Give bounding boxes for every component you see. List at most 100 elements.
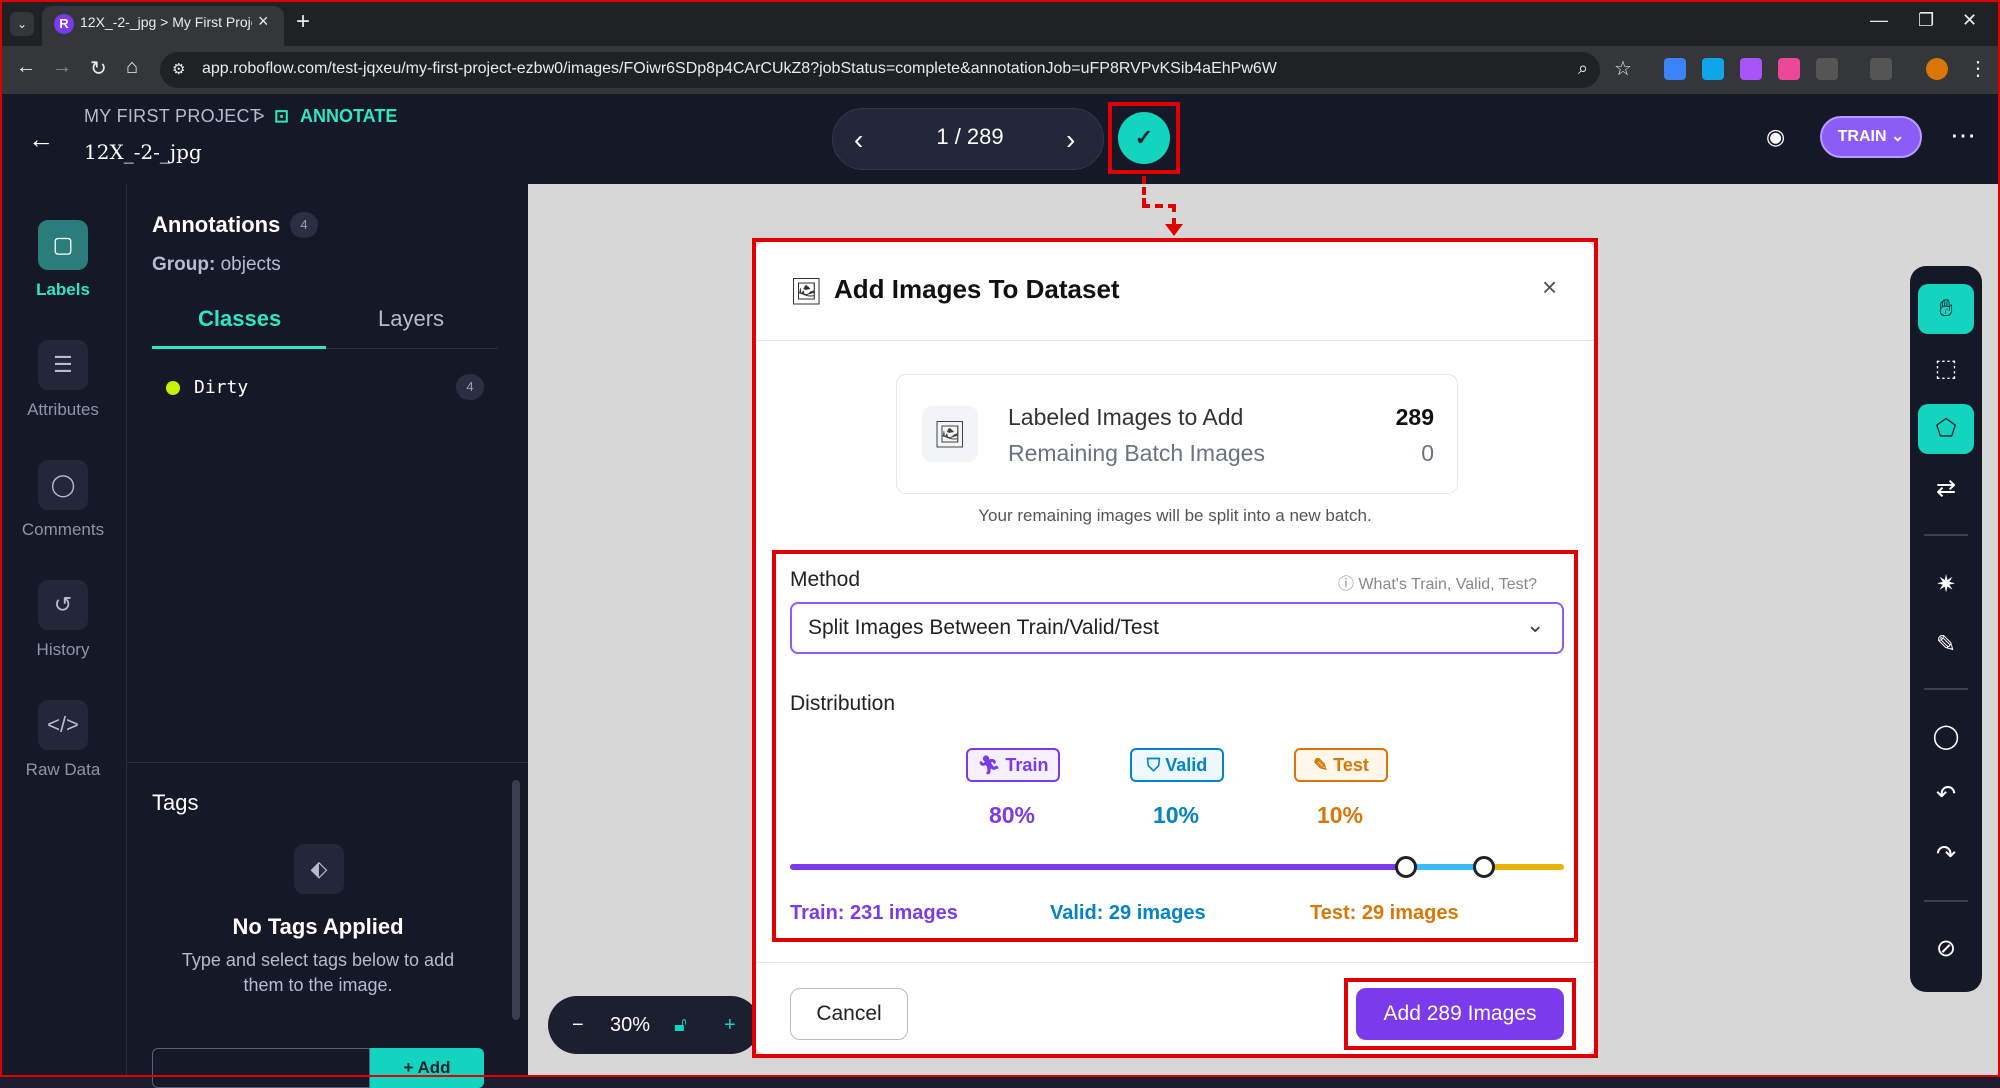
tool-divider	[1924, 688, 1968, 690]
profile-avatar[interactable]	[1926, 58, 1948, 80]
labels-icon: ▢	[38, 220, 88, 270]
rail-label: Attributes	[27, 400, 99, 419]
panel-scrollbar[interactable]	[512, 780, 520, 1020]
rail-label: History	[36, 640, 90, 659]
restore-icon[interactable]: ❐	[1918, 10, 1934, 31]
history-clock-icon: ↺	[38, 580, 88, 630]
translate-extension-icon[interactable]	[1664, 58, 1686, 80]
hide-annotations-eye-off-icon[interactable]: ◉	[1766, 124, 1785, 150]
class-name[interactable]: Dirty	[194, 377, 248, 398]
extensions-puzzle-icon[interactable]	[1816, 58, 1838, 80]
color-extension-icon[interactable]	[1778, 58, 1800, 80]
zoom-lock-icon[interactable]: 🔓︎	[674, 1014, 687, 1037]
hide-all-icon[interactable]: ⊘	[1918, 924, 1974, 974]
cancel-button[interactable]: Cancel	[790, 988, 908, 1040]
download-extension-icon[interactable]	[1702, 58, 1724, 80]
rail-item-raw-data[interactable]: </> Raw Data	[0, 700, 126, 780]
modal-header-divider	[756, 340, 1594, 341]
repeat-previous-icon[interactable]: ⇄	[1918, 464, 1974, 514]
redo-icon[interactable]: ↷	[1918, 830, 1974, 880]
zoom-level: 30%	[610, 1014, 651, 1036]
add-images-button[interactable]: Add 289 Images	[1356, 988, 1564, 1040]
link-icon[interactable]	[1870, 58, 1892, 80]
train-percent: 80%	[988, 802, 1036, 828]
tag-input[interactable]	[152, 1048, 370, 1088]
browser-tab-title: 12X_-2-_jpg > My First Proje	[80, 14, 252, 30]
minimize-icon[interactable]: —	[1870, 10, 1888, 31]
browser-menu-icon[interactable]: ⋮	[1968, 56, 1988, 81]
train-chip-label: Train	[1005, 755, 1049, 775]
polygon-tool-icon[interactable]: ⬠	[1918, 404, 1974, 454]
valid-test-slider-handle[interactable]	[1473, 856, 1495, 878]
zoom-in-button[interactable]: +	[724, 1014, 736, 1037]
method-label: Method	[790, 568, 861, 591]
breadcrumb-annotate: ANNOTATE	[300, 106, 398, 126]
train-chip: 🏃︎ Train	[966, 748, 1060, 782]
modal-close-icon[interactable]: ×	[1542, 272, 1557, 303]
shield-icon: ⛉	[1146, 755, 1161, 775]
zoom-lens-icon[interactable]: ⌕	[1578, 58, 1588, 79]
magic-wand-icon[interactable]: ✎	[1918, 620, 1974, 670]
tab-close-icon[interactable]: ×	[258, 11, 269, 32]
whats-train-valid-test-link[interactable]: ⓘ What's Train, Valid, Test?	[1338, 570, 1537, 594]
rail-item-labels[interactable]: ▢ Labels	[0, 220, 126, 300]
modal-title: Add Images To Dataset	[834, 274, 1120, 304]
annotation-arrow-segment	[1142, 204, 1176, 208]
train-label: TRAIN	[1837, 128, 1887, 145]
smart-select-icon[interactable]: ✷	[1918, 560, 1974, 610]
labeled-images-value: 289	[1395, 404, 1434, 430]
back-nav-icon[interactable]: ←	[16, 56, 36, 79]
group-info: Group: objects	[152, 254, 281, 276]
breadcrumb-project[interactable]: MY FIRST PROJECT	[84, 106, 261, 127]
annotation-arrow-segment	[1172, 204, 1176, 226]
tab-layers[interactable]: Layers	[378, 306, 444, 332]
annotations-count-badge: 4	[290, 212, 318, 238]
class-color-dot	[166, 381, 180, 395]
train-button[interactable]: TRAIN ⌄	[1820, 116, 1922, 158]
add-tag-button[interactable]: + Add	[370, 1048, 484, 1088]
tab-divider	[326, 348, 498, 349]
tab-list-chevron-icon[interactable]: ⌄	[10, 12, 34, 36]
test-percent: 10%	[1316, 802, 1364, 828]
pencil-icon: ✎	[1313, 755, 1329, 775]
chevron-down-icon: ⌄	[1526, 612, 1545, 637]
site-info-icon[interactable]: ⚙	[172, 60, 185, 78]
tab-classes[interactable]: Classes	[198, 306, 281, 332]
prev-image-chevron-icon[interactable]: ‹	[854, 124, 863, 156]
rail-item-comments[interactable]: ◯ Comments	[0, 460, 126, 540]
roboflow-favicon-icon: R	[54, 14, 74, 34]
tags-divider	[126, 762, 528, 763]
bounding-box-tool-icon[interactable]: ⬚	[1918, 344, 1974, 394]
batch-note: Your remaining images will be split into…	[978, 506, 1372, 525]
annotations-panel	[126, 184, 528, 1077]
new-tab-button[interactable]: +	[296, 8, 310, 36]
pager-count: 1 / 289	[936, 124, 1004, 149]
reload-icon[interactable]: ↻	[90, 56, 107, 81]
attributes-list-icon: ☰	[38, 340, 88, 390]
valid-count: Valid: 29 images	[1050, 902, 1206, 924]
annotate-icon: ⊡	[274, 106, 290, 126]
forward-nav-icon[interactable]: →	[52, 56, 72, 79]
rail-item-attributes[interactable]: ☰ Attributes	[0, 340, 126, 420]
screenshot-extension-icon[interactable]	[1740, 58, 1762, 80]
annotation-arrow-segment	[1142, 176, 1146, 206]
bookmark-star-icon[interactable]: ☆	[1614, 56, 1632, 81]
home-icon[interactable]: ⌂	[126, 56, 138, 79]
zoom-out-button[interactable]: −	[572, 1014, 584, 1037]
train-valid-slider-handle[interactable]	[1395, 856, 1417, 878]
back-arrow-icon[interactable]: ←	[28, 124, 54, 155]
pan-hand-icon[interactable]: ✋︎	[1918, 284, 1974, 334]
photo-icon: 🖼︎	[922, 406, 978, 462]
next-image-chevron-icon[interactable]: ›	[1066, 124, 1075, 156]
no-tags-heading: No Tags Applied	[232, 914, 404, 939]
undo-icon[interactable]: ↶	[1918, 770, 1974, 820]
run-icon: 🏃︎	[977, 755, 1001, 775]
finish-annotating-check-button[interactable]: ✓	[1118, 112, 1170, 164]
tags-title: Tags	[152, 790, 199, 815]
more-options-icon[interactable]: ⋯	[1950, 120, 1976, 151]
comment-tool-icon[interactable]: ◯	[1918, 712, 1974, 762]
rail-item-history[interactable]: ↺ History	[0, 580, 126, 660]
test-count: Test: 29 images	[1310, 902, 1459, 924]
rail-label: Labels	[36, 280, 90, 299]
window-close-icon[interactable]: ✕	[1962, 10, 1977, 31]
